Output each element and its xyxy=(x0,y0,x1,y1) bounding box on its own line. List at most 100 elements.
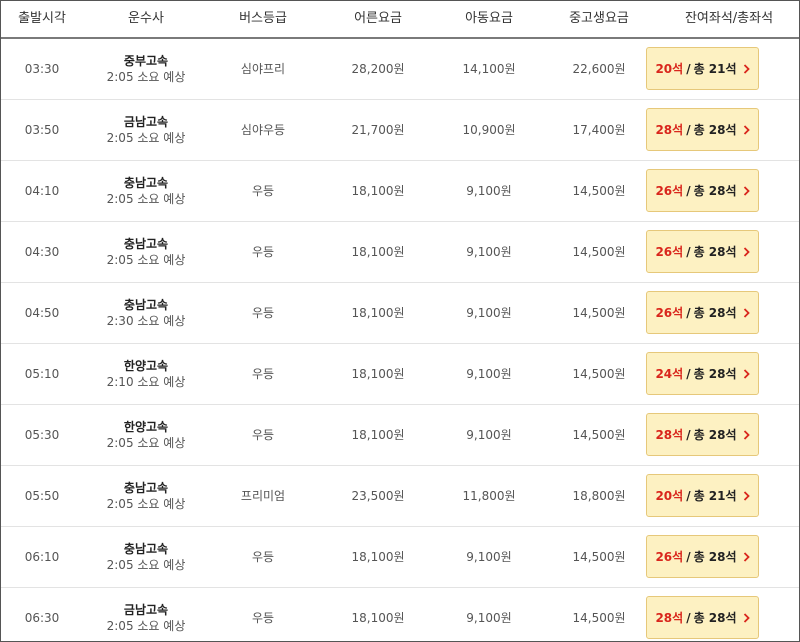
table-body: 03:30 중부고속 2:05 소요 예상 심야프리 28,200원 14,100원 22,… xyxy=(1,39,799,641)
bus-grade: 우등 xyxy=(251,245,275,259)
company-cell: 충남고속 2:05 소요 예상 xyxy=(83,466,209,526)
seat-select-button[interactable]: 26석 / 총 28석 xyxy=(646,291,759,334)
child-fare: 9,100원 xyxy=(466,306,512,320)
bus-schedule-table: 출발시각 운수사 버스등급 어른요금 아동요금 중고생요금 잔여좌석/총좌석 0… xyxy=(0,0,800,642)
bus-grade: 심야우등 xyxy=(240,123,286,137)
seat-select-button[interactable]: 20석 / 총 21석 xyxy=(646,47,759,90)
teen-fare: 18,800원 xyxy=(572,489,626,503)
adult-fare: 18,100원 xyxy=(351,306,405,320)
child-fare: 11,800원 xyxy=(462,489,516,503)
total-seats: 총 28석 xyxy=(693,611,737,625)
seat-select-button[interactable]: 26석 / 총 28석 xyxy=(646,169,759,212)
seat-select-button[interactable]: 28석 / 총 28석 xyxy=(646,413,759,456)
teen-fare: 14,500원 xyxy=(572,611,626,625)
header-adult-fare: 어른요금 xyxy=(354,11,402,26)
remaining-seats: 26석 xyxy=(655,550,684,564)
bus-grade: 심야프리 xyxy=(240,62,286,76)
child-fare: 9,100원 xyxy=(466,184,512,198)
child-fare: 9,100원 xyxy=(466,550,512,564)
company-name: 충남고속 xyxy=(123,176,169,190)
chevron-right-icon xyxy=(743,490,750,501)
travel-duration: 2:05 소요 예상 xyxy=(106,131,186,145)
remaining-seats: 26석 xyxy=(655,245,684,259)
table-row: 05:30 한양고속 2:05 소요 예상 우등 18,100원 9,100원 14,500… xyxy=(1,405,799,466)
departure-time: 05:50 xyxy=(24,489,60,503)
table-row: 04:10 충남고속 2:05 소요 예상 우등 18,100원 9,100원 14,500… xyxy=(1,161,799,222)
total-seats: 총 28석 xyxy=(693,184,737,198)
seat-separator: / xyxy=(686,244,691,259)
chevron-right-icon xyxy=(743,612,750,623)
travel-duration: 2:30 소요 예상 xyxy=(106,314,186,328)
company-cell: 한양고속 2:05 소요 예상 xyxy=(83,405,209,465)
seat-select-button[interactable]: 24석 / 총 28석 xyxy=(646,352,759,395)
header-company: 운수사 xyxy=(128,11,164,26)
adult-fare: 28,200원 xyxy=(351,62,405,76)
seat-separator: / xyxy=(686,549,691,564)
departure-time: 06:10 xyxy=(24,550,60,564)
seat-select-button[interactable]: 20석 / 총 21석 xyxy=(646,474,759,517)
bus-grade: 우등 xyxy=(251,611,275,625)
child-fare: 14,100원 xyxy=(462,62,516,76)
header-child-fare: 아동요금 xyxy=(465,11,513,26)
total-seats: 총 21석 xyxy=(693,489,737,503)
company-cell: 충남고속 2:05 소요 예상 xyxy=(83,161,209,221)
teen-fare: 14,500원 xyxy=(572,184,626,198)
departure-time: 03:50 xyxy=(24,123,60,137)
seat-select-button[interactable]: 26석 / 총 28석 xyxy=(646,230,759,273)
remaining-seats: 26석 xyxy=(655,184,684,198)
company-name: 충남고속 xyxy=(123,542,169,556)
travel-duration: 2:05 소요 예상 xyxy=(106,436,186,450)
header-departure-time: 출발시각 xyxy=(18,11,66,26)
seat-separator: / xyxy=(686,61,691,76)
travel-duration: 2:05 소요 예상 xyxy=(106,558,186,572)
teen-fare: 14,500원 xyxy=(572,306,626,320)
travel-duration: 2:10 소요 예상 xyxy=(106,375,186,389)
adult-fare: 18,100원 xyxy=(351,367,405,381)
table-header: 출발시각 운수사 버스등급 어른요금 아동요금 중고생요금 잔여좌석/총좌석 xyxy=(1,1,799,39)
company-name: 충남고속 xyxy=(123,298,169,312)
header-teen-fare: 중고생요금 xyxy=(569,11,629,26)
header-bus-grade: 버스등급 xyxy=(239,11,287,26)
bus-grade: 우등 xyxy=(251,428,275,442)
bus-grade: 우등 xyxy=(251,184,275,198)
seat-separator: / xyxy=(686,366,691,381)
chevron-right-icon xyxy=(743,551,750,562)
departure-time: 05:10 xyxy=(24,367,60,381)
seat-separator: / xyxy=(686,610,691,625)
company-cell: 충남고속 2:05 소요 예상 xyxy=(83,222,209,282)
table-row: 05:50 충남고속 2:05 소요 예상 프리미엄 23,500원 11,800원 18,… xyxy=(1,466,799,527)
header-seats: 잔여좌석/총좌석 xyxy=(684,11,774,26)
remaining-seats: 28석 xyxy=(655,123,684,137)
seat-separator: / xyxy=(686,183,691,198)
seat-separator: / xyxy=(686,122,691,137)
table-row: 04:50 충남고속 2:30 소요 예상 우등 18,100원 9,100원 14,500… xyxy=(1,283,799,344)
remaining-seats: 28석 xyxy=(655,611,684,625)
teen-fare: 17,400원 xyxy=(572,123,626,137)
company-name: 금남고속 xyxy=(123,603,169,617)
table-row: 06:10 충남고속 2:05 소요 예상 우등 18,100원 9,100원 14,500… xyxy=(1,527,799,588)
child-fare: 9,100원 xyxy=(466,367,512,381)
total-seats: 총 28석 xyxy=(693,550,737,564)
company-cell: 금남고속 2:05 소요 예상 xyxy=(83,100,209,160)
adult-fare: 18,100원 xyxy=(351,550,405,564)
seat-separator: / xyxy=(686,427,691,442)
departure-time: 04:10 xyxy=(24,184,60,198)
teen-fare: 14,500원 xyxy=(572,550,626,564)
seat-select-button[interactable]: 28석 / 총 28석 xyxy=(646,108,759,151)
adult-fare: 18,100원 xyxy=(351,428,405,442)
adult-fare: 18,100원 xyxy=(351,184,405,198)
chevron-right-icon xyxy=(743,307,750,318)
seat-select-button[interactable]: 26석 / 총 28석 xyxy=(646,535,759,578)
travel-duration: 2:05 소요 예상 xyxy=(106,192,186,206)
child-fare: 9,100원 xyxy=(466,611,512,625)
seat-select-button[interactable]: 28석 / 총 28석 xyxy=(646,596,759,639)
company-cell: 한양고속 2:10 소요 예상 xyxy=(83,344,209,404)
child-fare: 9,100원 xyxy=(466,428,512,442)
company-cell: 충남고속 2:05 소요 예상 xyxy=(83,527,209,587)
remaining-seats: 20석 xyxy=(655,489,684,503)
chevron-right-icon xyxy=(743,124,750,135)
chevron-right-icon xyxy=(743,185,750,196)
teen-fare: 14,500원 xyxy=(572,428,626,442)
chevron-right-icon xyxy=(743,63,750,74)
table-row: 05:10 한양고속 2:10 소요 예상 우등 18,100원 9,100원 14,500… xyxy=(1,344,799,405)
